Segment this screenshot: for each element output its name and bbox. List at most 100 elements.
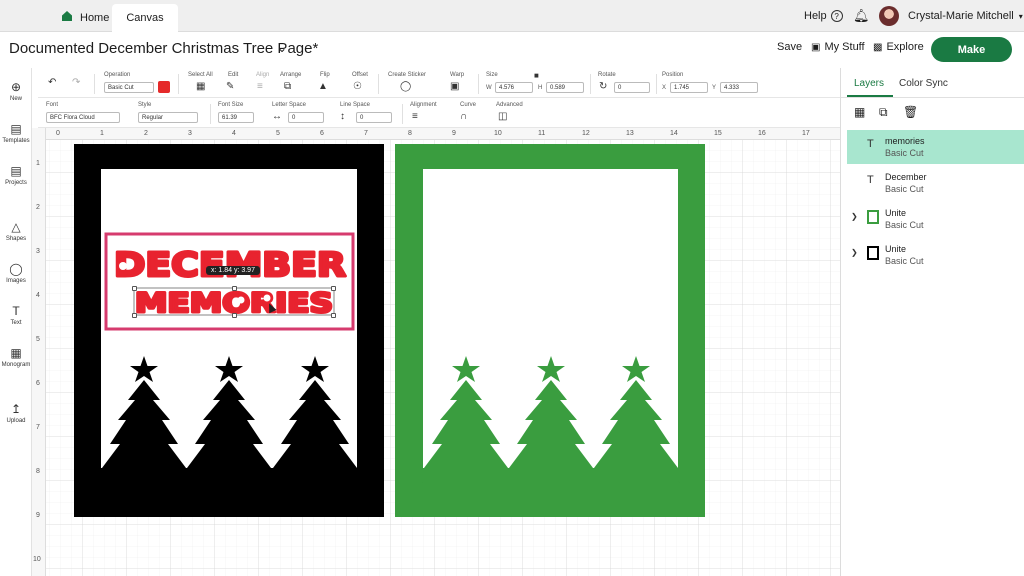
resize-handle[interactable]	[232, 286, 237, 291]
layer-item-unite-green[interactable]: ❯ Unite Basic Cut	[847, 202, 1024, 236]
font-size-input[interactable]: 61.39	[218, 112, 254, 123]
green-frame-panel[interactable]	[395, 144, 705, 517]
rotate-icon[interactable]: ↻	[599, 81, 607, 92]
layer-operation: Basic Cut	[885, 148, 924, 158]
ruler-tick: 0	[56, 130, 60, 137]
style-select[interactable]: Regular	[138, 112, 198, 123]
green-image-icon	[867, 210, 879, 224]
divider	[94, 74, 95, 94]
group-icon[interactable]: ▦	[854, 105, 865, 119]
nav-shapes[interactable]: △ Shapes	[0, 220, 32, 242]
arrange-icon[interactable]: ⧉	[284, 81, 291, 92]
left-sidebar: ⊕ New ▤ Templates ▤ Projects △ Shapes ◯ Image…	[0, 68, 32, 576]
select-all-icon[interactable]: ▦	[196, 81, 205, 92]
title-chevron-down-icon[interactable]: ⌄	[277, 41, 287, 55]
layer-item-december[interactable]: T December Basic Cut	[847, 166, 1024, 200]
december-text[interactable]: DECEMBER	[113, 244, 348, 286]
help-link[interactable]: Help ?	[804, 0, 843, 32]
x-input[interactable]: 1.745	[670, 82, 708, 93]
tab-layers[interactable]: Layers	[854, 78, 884, 89]
nav-projects-label: Projects	[5, 180, 27, 186]
tab-canvas-label: Canvas	[126, 12, 164, 24]
curve-icon[interactable]: ∩	[460, 111, 467, 122]
warp-icon[interactable]: ▣	[450, 81, 459, 92]
width-input[interactable]: 4.576	[495, 82, 533, 93]
offset-icon[interactable]: ☉	[353, 81, 362, 92]
operation-select[interactable]: Basic Cut	[104, 82, 154, 93]
nav-projects[interactable]: ▤ Projects	[0, 164, 32, 186]
design-canvas[interactable]: DECEMBER MEMORIES x: 1.84 y: 3.97	[38, 128, 840, 576]
ruler-left: 1 2 3 4 5 6 7 8 9 10	[32, 128, 46, 576]
divider	[656, 74, 657, 94]
resize-handle[interactable]	[331, 313, 336, 318]
duplicate-icon[interactable]: ⧉	[879, 105, 888, 120]
nav-images[interactable]: ◯ Images	[0, 262, 32, 284]
my-stuff-button[interactable]: ▣ My Stuff	[811, 41, 865, 53]
x-value: 1.745	[674, 84, 690, 91]
layer-item-unite-black[interactable]: ❯ Unite Basic Cut	[847, 238, 1024, 272]
resize-handle[interactable]	[132, 286, 137, 291]
font-select[interactable]: BFC Flora Cloud	[46, 112, 120, 123]
redo-icon[interactable]: ↷	[72, 77, 80, 88]
resize-handle[interactable]	[132, 313, 137, 318]
line-space-icon: ↕	[340, 111, 345, 122]
ruler-tick: 8	[36, 468, 40, 475]
nav-new[interactable]: ⊕ New	[0, 80, 32, 102]
flip-icon[interactable]: ▲	[318, 81, 328, 92]
ruler-tick: 14	[670, 130, 678, 137]
nav-text[interactable]: T Text	[0, 304, 32, 326]
layer-item-memories[interactable]: T memories Basic Cut	[847, 130, 1024, 164]
select-all-label: Select All	[188, 72, 213, 78]
chevron-right-icon[interactable]: ❯	[851, 248, 858, 257]
ruler-tick: 11	[538, 130, 546, 137]
resize-handle[interactable]	[331, 286, 336, 291]
projects-icon: ▤	[10, 164, 22, 178]
bell-icon[interactable]: 🔔︎	[853, 0, 870, 32]
ruler-tick: 7	[364, 130, 368, 137]
resize-handle[interactable]	[232, 313, 237, 318]
make-button[interactable]: Make	[931, 37, 1012, 62]
shirt-icon: ▤	[10, 122, 22, 136]
sticker-icon[interactable]: ◯	[400, 81, 411, 92]
letter-space-input[interactable]: 0	[288, 112, 324, 123]
x-label: X	[662, 85, 667, 91]
nav-upload[interactable]: ↥ Upload	[0, 402, 32, 424]
avatar[interactable]	[879, 6, 899, 26]
rotate-input[interactable]: 0	[614, 82, 650, 93]
ruler-tick: 10	[33, 556, 41, 563]
plus-circle-icon: ⊕	[10, 80, 22, 94]
line-space-label: Line Space	[340, 102, 371, 108]
divider	[478, 74, 479, 94]
trash-icon[interactable]: 🗑︎	[903, 105, 918, 119]
advanced-icon[interactable]: ◫	[498, 111, 507, 122]
save-label: Save	[777, 41, 803, 53]
pencil-icon[interactable]: ✎	[226, 81, 234, 92]
height-input[interactable]: 0.589	[546, 82, 584, 93]
letter-space-label: Letter Space	[272, 102, 307, 108]
height-value: 0.589	[550, 84, 566, 91]
ruler-tick: 16	[758, 130, 766, 137]
edit-label: Edit	[228, 72, 239, 78]
divider	[402, 104, 403, 124]
chevron-right-icon[interactable]: ❯	[851, 212, 858, 221]
lock-icon[interactable]: ■	[534, 71, 539, 80]
nav-monogram[interactable]: ▦ Monogram	[0, 346, 32, 368]
user-name[interactable]: Crystal-Marie Mitchell ▾	[908, 0, 1023, 32]
ruler-tick: 4	[232, 130, 236, 137]
tab-canvas[interactable]: Canvas	[112, 4, 178, 32]
tab-color-sync[interactable]: Color Sync	[899, 78, 948, 89]
nav-monogram-label: Monogram	[1, 362, 31, 368]
y-value: 4.333	[724, 84, 740, 91]
page-title[interactable]: Documented December Christmas Tree Page*	[9, 40, 318, 57]
undo-icon[interactable]: ↶	[48, 77, 56, 88]
nav-shapes-label: Shapes	[5, 236, 27, 242]
align-icon[interactable]: ≡	[257, 81, 263, 92]
explore-button[interactable]: ▩ Explore	[873, 41, 924, 53]
operation-color-swatch[interactable]	[158, 81, 170, 93]
save-button[interactable]: Save	[777, 41, 802, 53]
line-space-input[interactable]: 0	[356, 112, 392, 123]
nav-templates[interactable]: ▤ Templates	[0, 122, 32, 144]
create-sticker-label: Create Sticker	[388, 72, 427, 78]
y-input[interactable]: 4.333	[720, 82, 758, 93]
align-left-icon[interactable]: ≡	[412, 111, 418, 122]
